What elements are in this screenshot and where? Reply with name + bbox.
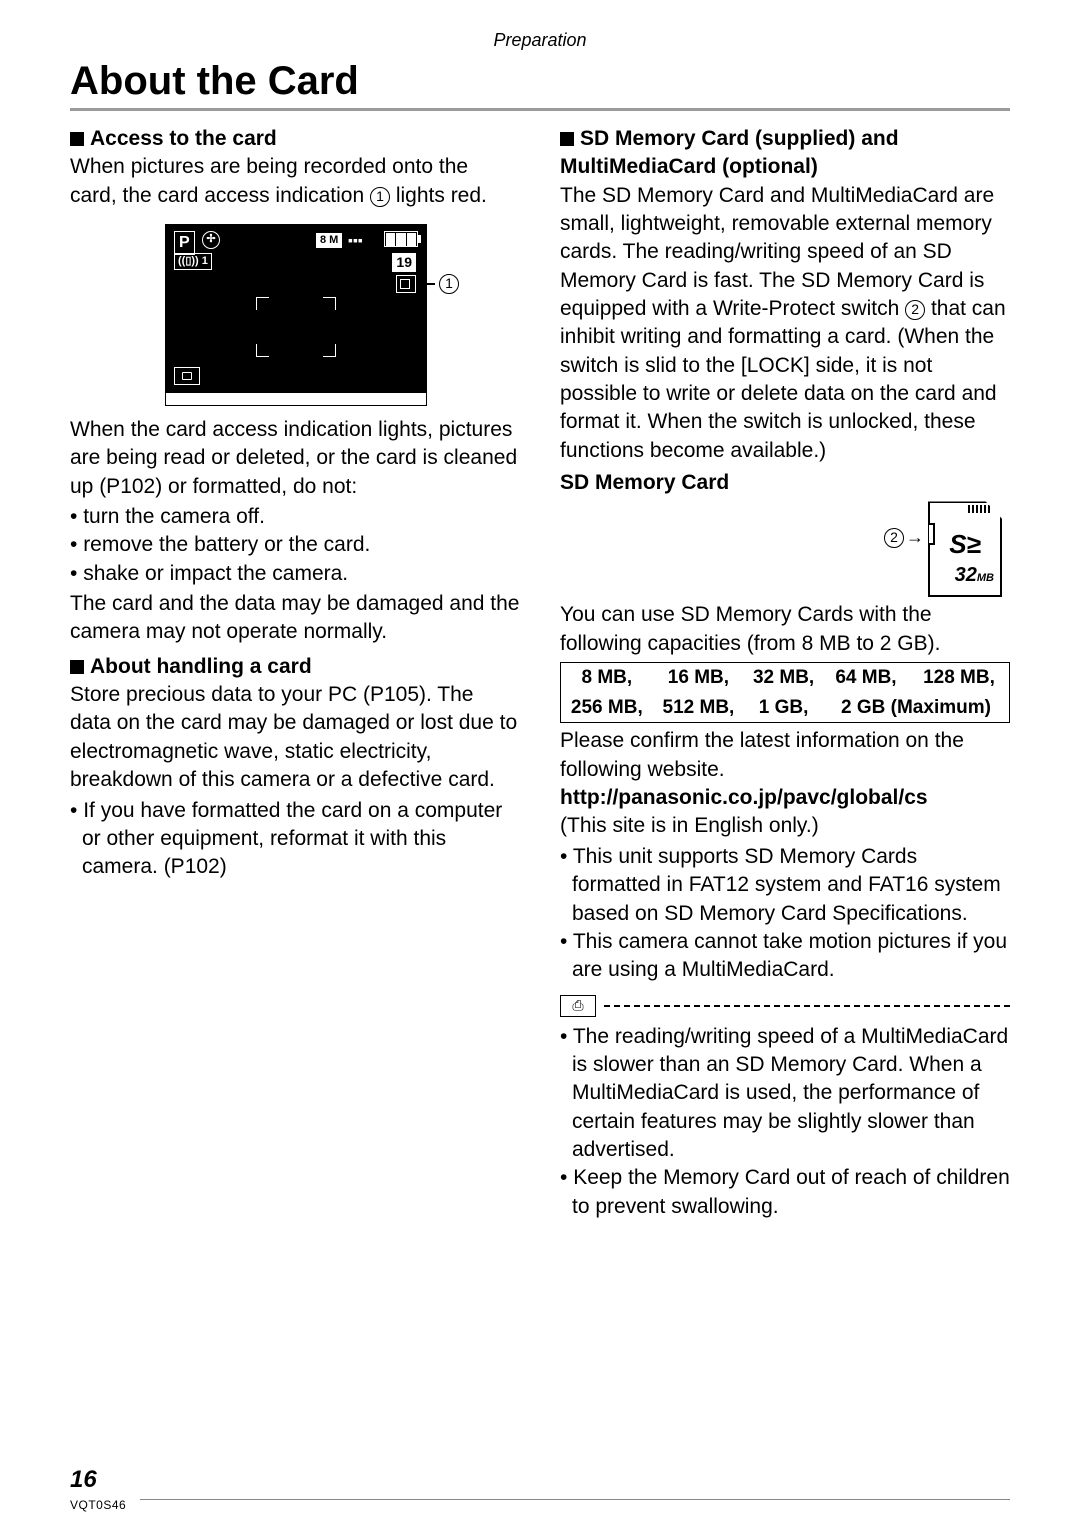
subhead-sd-label: SD Memory Card	[560, 469, 1010, 497]
document-code: VQT0S46	[70, 1498, 126, 1512]
mode-indicator: P	[174, 231, 195, 255]
para-sd-intro: The SD Memory Card and MultiMediaCard ar…	[560, 182, 1010, 465]
page-number: 16	[70, 1466, 97, 1494]
bullet: The reading/writing speed of a MultiMedi…	[560, 1023, 1010, 1165]
bullet: remove the battery or the card.	[70, 531, 520, 559]
subhead-handling: About handling a card	[70, 653, 520, 681]
capacity-table: 8 MB, 16 MB, 32 MB, 64 MB, 128 MB, 256 M…	[560, 662, 1010, 723]
note-bullets: The reading/writing speed of a MultiMedi…	[560, 1023, 1010, 1221]
footer-rule	[140, 1499, 1010, 1500]
title-rule	[70, 108, 1010, 111]
quality-icon: ▪▪▪	[348, 231, 363, 250]
para-access-warning: When the card access indication lights, …	[70, 416, 520, 501]
flash-icon: ✢	[202, 231, 220, 249]
resolution-indicator: 8 M	[316, 233, 342, 248]
handling-bullets: If you have formatted the card on a comp…	[70, 797, 520, 882]
para-capacities-intro: You can use SD Memory Cards with the fol…	[560, 601, 1010, 658]
access-bullets: turn the camera off. remove the battery …	[70, 503, 520, 588]
page-title: About the Card	[70, 59, 1010, 104]
subhead-sdcard: SD Memory Card (supplied) and MultiMedia…	[560, 125, 1010, 182]
sd-capacity-label: 32MB	[955, 561, 994, 589]
para-damage: The card and the data may be damaged and…	[70, 590, 520, 647]
bullet: This camera cannot take motion pictures …	[560, 928, 1010, 985]
callout-1: 1	[417, 274, 459, 294]
callout-2: 2→	[884, 525, 924, 549]
bullet: This unit supports SD Memory Cards forma…	[560, 843, 1010, 928]
para-english-only: (This site is in English only.)	[560, 812, 1010, 840]
lcd-illustration: P ✢ 8 M ▪▪▪ ((▯)) 1 19 1	[165, 224, 425, 406]
stabilizer-icon: ((▯)) 1	[174, 253, 212, 270]
af-mode-icon	[174, 367, 200, 385]
section-header: Preparation	[70, 30, 1010, 51]
right-column: SD Memory Card (supplied) and MultiMedia…	[560, 125, 1010, 1223]
table-row: 8 MB, 16 MB, 32 MB, 64 MB, 128 MB,	[561, 663, 1010, 693]
callout-2-inline: 2	[905, 300, 925, 320]
focus-brackets-icon	[256, 297, 336, 357]
battery-icon	[384, 231, 418, 247]
note-icon: ⎙	[560, 995, 596, 1017]
content-columns: Access to the card When pictures are bei…	[70, 125, 1010, 1223]
table-row: 256 MB, 512 MB, 1 GB, 2 GB (Maximum)	[561, 693, 1010, 723]
sd-card-illustration: 2→ S≥ 32MB	[928, 501, 1002, 597]
para-access-intro: When pictures are being recorded onto th…	[70, 153, 520, 210]
website-url: http://panasonic.co.jp/pavc/global/cs	[560, 784, 1010, 812]
para-confirm: Please confirm the latest information on…	[560, 727, 1010, 784]
bullet: If you have formatted the card on a comp…	[70, 797, 520, 882]
bullet: shake or impact the camera.	[70, 560, 520, 588]
sd-logo-icon: S≥	[930, 527, 1000, 562]
bullet: Keep the Memory Card out of reach of chi…	[560, 1164, 1010, 1221]
note-divider: ⎙	[560, 995, 1010, 1017]
callout-1-inline: 1	[370, 187, 390, 207]
card-access-icon	[396, 275, 416, 293]
sd-bullets: This unit supports SD Memory Cards forma…	[560, 843, 1010, 985]
manual-page: Preparation About the Card Access to the…	[0, 0, 1080, 1534]
left-column: Access to the card When pictures are bei…	[70, 125, 520, 1223]
shots-remaining: 19	[392, 253, 416, 272]
subhead-access: Access to the card	[70, 125, 520, 153]
para-handling: Store precious data to your PC (P105). T…	[70, 681, 520, 794]
bullet: turn the camera off.	[70, 503, 520, 531]
